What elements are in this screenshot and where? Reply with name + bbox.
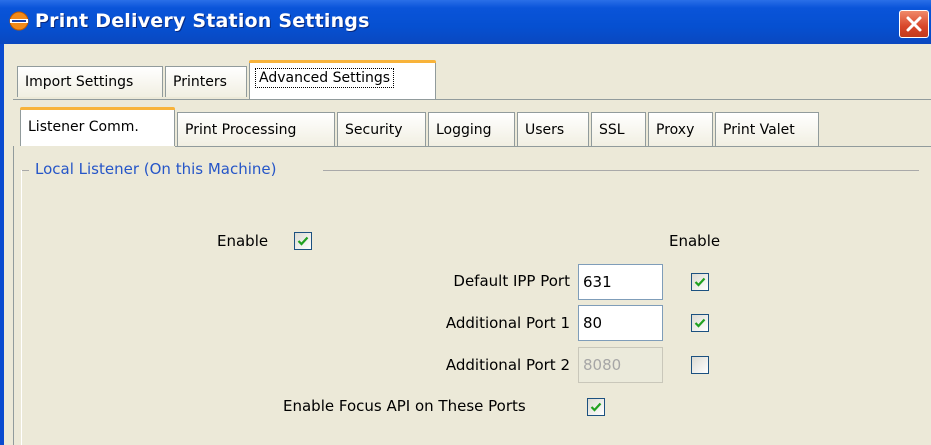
tab-logging[interactable]: Logging: [428, 112, 515, 146]
tab-advanced-settings[interactable]: Advanced Settings: [249, 60, 436, 99]
tab-label: Proxy: [656, 122, 695, 138]
window-frame-left: [0, 44, 4, 445]
tab-label: Print Processing: [185, 122, 297, 138]
tab-label: Import Settings: [25, 74, 134, 90]
additional-port-1-field[interactable]: 80: [578, 305, 663, 341]
tab-security[interactable]: Security: [337, 112, 426, 146]
checkmark-icon: [297, 236, 309, 246]
window-title: Print Delivery Station Settings: [35, 10, 370, 32]
app-globe-icon: [9, 11, 29, 31]
tab-printers[interactable]: Printers: [165, 66, 247, 97]
tab-label: Users: [525, 122, 565, 138]
tab-label: Print Valet: [723, 122, 795, 138]
default-ipp-port-field[interactable]: 631: [578, 264, 663, 300]
tab-strip-border: [13, 99, 931, 100]
tab-print-processing[interactable]: Print Processing: [177, 112, 335, 146]
tab-label: Security: [345, 122, 403, 138]
default-ipp-port-checkbox[interactable]: [691, 273, 709, 291]
group-title: Local Listener (On this Machine): [35, 160, 277, 178]
focus-api-checkbox[interactable]: [587, 398, 605, 416]
tab-label: Listener Comm.: [28, 119, 139, 135]
checkmark-icon: [694, 277, 706, 287]
tab-label: Printers: [173, 74, 227, 90]
additional-port-1-label: Additional Port 1: [445, 314, 570, 332]
tab-label: SSL: [599, 122, 625, 138]
additional-port-2-label: Additional Port 2: [445, 356, 570, 374]
enable-column-header: Enable: [669, 232, 721, 250]
tab-ssl[interactable]: SSL: [591, 112, 646, 146]
additional-port-2-field: 8080: [578, 347, 663, 383]
close-icon: [906, 16, 922, 32]
group-border-left-seg: [21, 170, 29, 171]
tab-label: Logging: [436, 122, 492, 138]
checkmark-icon: [590, 402, 602, 412]
additional-port-1-checkbox[interactable]: [691, 314, 709, 332]
close-button[interactable]: [899, 10, 929, 38]
checkmark-icon: [694, 318, 706, 328]
focus-api-label: Enable Focus API on These Ports: [283, 397, 526, 415]
tab-print-valet[interactable]: Print Valet: [715, 112, 819, 146]
tab-label: Advanced Settings: [254, 68, 395, 88]
tab-proxy[interactable]: Proxy: [648, 112, 713, 146]
tab-listener-comm[interactable]: Listener Comm.: [20, 107, 175, 147]
title-bar: Print Delivery Station Settings: [0, 0, 931, 44]
additional-port-2-checkbox[interactable]: [691, 356, 709, 374]
enable-label: Enable: [217, 232, 269, 250]
enable-checkbox[interactable]: [294, 232, 312, 250]
tab-users[interactable]: Users: [517, 112, 589, 146]
group-border-left: [21, 170, 22, 445]
subtab-strip-border: [175, 146, 931, 147]
group-border-top: [323, 170, 919, 171]
tab-import-settings[interactable]: Import Settings: [17, 66, 163, 97]
default-ipp-port-label: Default IPP Port: [453, 272, 570, 290]
